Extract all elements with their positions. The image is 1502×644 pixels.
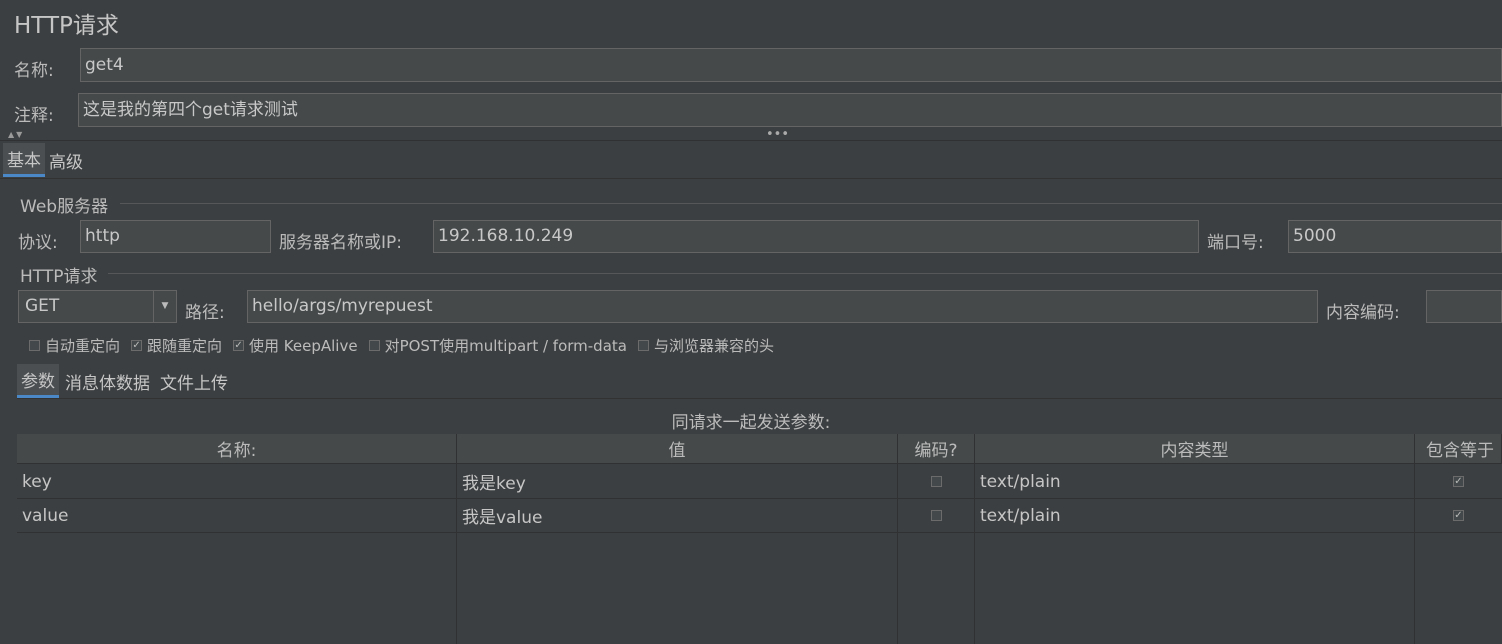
encode-checkbox[interactable] [930,510,942,521]
splitter-bar[interactable] [0,128,1502,141]
method-value: GET [25,296,60,316]
main-tab-strip: 基本 高级 [3,143,87,177]
table-cell-encode[interactable] [898,465,975,499]
method-select[interactable]: GET ▼ [18,290,177,323]
server-input[interactable]: 192.168.10.249 [433,220,1199,253]
tab-file-upload[interactable]: 文件上传 [156,364,232,398]
tab-divider [0,178,1502,179]
encoding-input[interactable] [1426,290,1502,323]
column-header-encode[interactable]: 编码? [898,434,975,464]
table-cell-name[interactable]: key [17,465,457,499]
tab-advanced[interactable]: 高级 [45,143,87,177]
keepalive-option[interactable]: ✓ 使用 KeepAlive [233,335,358,356]
tab-basic[interactable]: 基本 [3,143,45,177]
name-label: 名称: [14,61,54,81]
collapse-arrows-icon[interactable]: ▲▼ [8,130,24,139]
encoding-label: 内容编码: [1326,303,1400,323]
options-row: 自动重定向 ✓ 跟随重定向 ✓ 使用 KeepAlive 对POST使用mult… [29,335,774,356]
comment-input[interactable]: 这是我的第四个get请求测试 [78,93,1502,127]
port-label: 端口号: [1207,233,1264,253]
column-header-value[interactable]: 值 [457,434,898,464]
keepalive-label: 使用 KeepAlive [249,337,358,355]
name-input[interactable]: get4 [80,48,1502,82]
column-header-content-type[interactable]: 内容类型 [975,434,1415,464]
group-divider [108,273,1502,274]
group-divider [120,203,1502,204]
multipart-option[interactable]: 对POST使用multipart / form-data [368,335,627,356]
server-label: 服务器名称或IP: [279,233,402,253]
browser-headers-checkbox[interactable] [637,340,649,351]
tab-body-data[interactable]: 消息体数据 [61,364,154,398]
column-divider [897,464,898,644]
column-divider [974,464,975,644]
tab-parameters[interactable]: 参数 [17,364,59,398]
auto-redirect-checkbox[interactable] [29,340,40,351]
path-label: 路径: [185,303,225,323]
browser-headers-label: 与浏览器兼容的头 [653,337,774,355]
follow-redirect-checkbox[interactable]: ✓ [131,340,143,351]
table-cell-value[interactable]: 我是key [457,465,898,499]
include-equals-checkbox[interactable]: ✓ [1453,510,1464,521]
port-input[interactable]: 5000 [1288,220,1502,253]
page-title: HTTP请求 [14,13,119,39]
web-server-group-title: Web服务器 [20,197,109,217]
keepalive-checkbox[interactable]: ✓ [233,340,245,351]
protocol-label: 协议: [18,233,58,253]
follow-redirect-label: 跟随重定向 [147,337,223,355]
auto-redirect-label: 自动重定向 [45,337,121,355]
encode-checkbox[interactable] [930,476,942,487]
column-divider [1414,464,1415,644]
follow-redirect-option[interactable]: ✓ 跟随重定向 [131,335,222,356]
protocol-input[interactable]: http [80,220,271,253]
comment-label: 注释: [14,106,54,126]
browser-headers-option[interactable]: 与浏览器兼容的头 [637,335,774,356]
column-divider [456,464,457,644]
chevron-down-icon[interactable]: ▼ [153,291,176,322]
column-header-name[interactable]: 名称: [17,434,457,464]
params-caption: 同请求一起发送参数: [671,413,831,433]
table-cell-include-equals[interactable]: ✓ [1415,465,1502,499]
multipart-checkbox[interactable] [368,340,380,351]
multipart-label: 对POST使用multipart / form-data [384,337,627,355]
table-cell-encode[interactable] [898,499,975,533]
table-cell-name[interactable]: value [17,499,457,533]
table-cell-value[interactable]: 我是value [457,499,898,533]
splitter-grip-icon[interactable]: ••• [766,127,789,142]
auto-redirect-option[interactable]: 自动重定向 [29,335,120,356]
table-cell-include-equals[interactable]: ✓ [1415,499,1502,533]
http-request-group-title: HTTP请求 [20,267,98,287]
tab-divider [17,398,1502,399]
include-equals-checkbox[interactable]: ✓ [1453,476,1464,487]
column-header-include-equals[interactable]: 包含等于 [1415,434,1502,464]
path-input[interactable]: hello/args/myrepuest [247,290,1318,323]
sub-tab-strip: 参数 消息体数据 文件上传 [17,364,232,398]
table-cell-content-type[interactable]: text/plain [975,465,1415,499]
table-cell-content-type[interactable]: text/plain [975,499,1415,533]
